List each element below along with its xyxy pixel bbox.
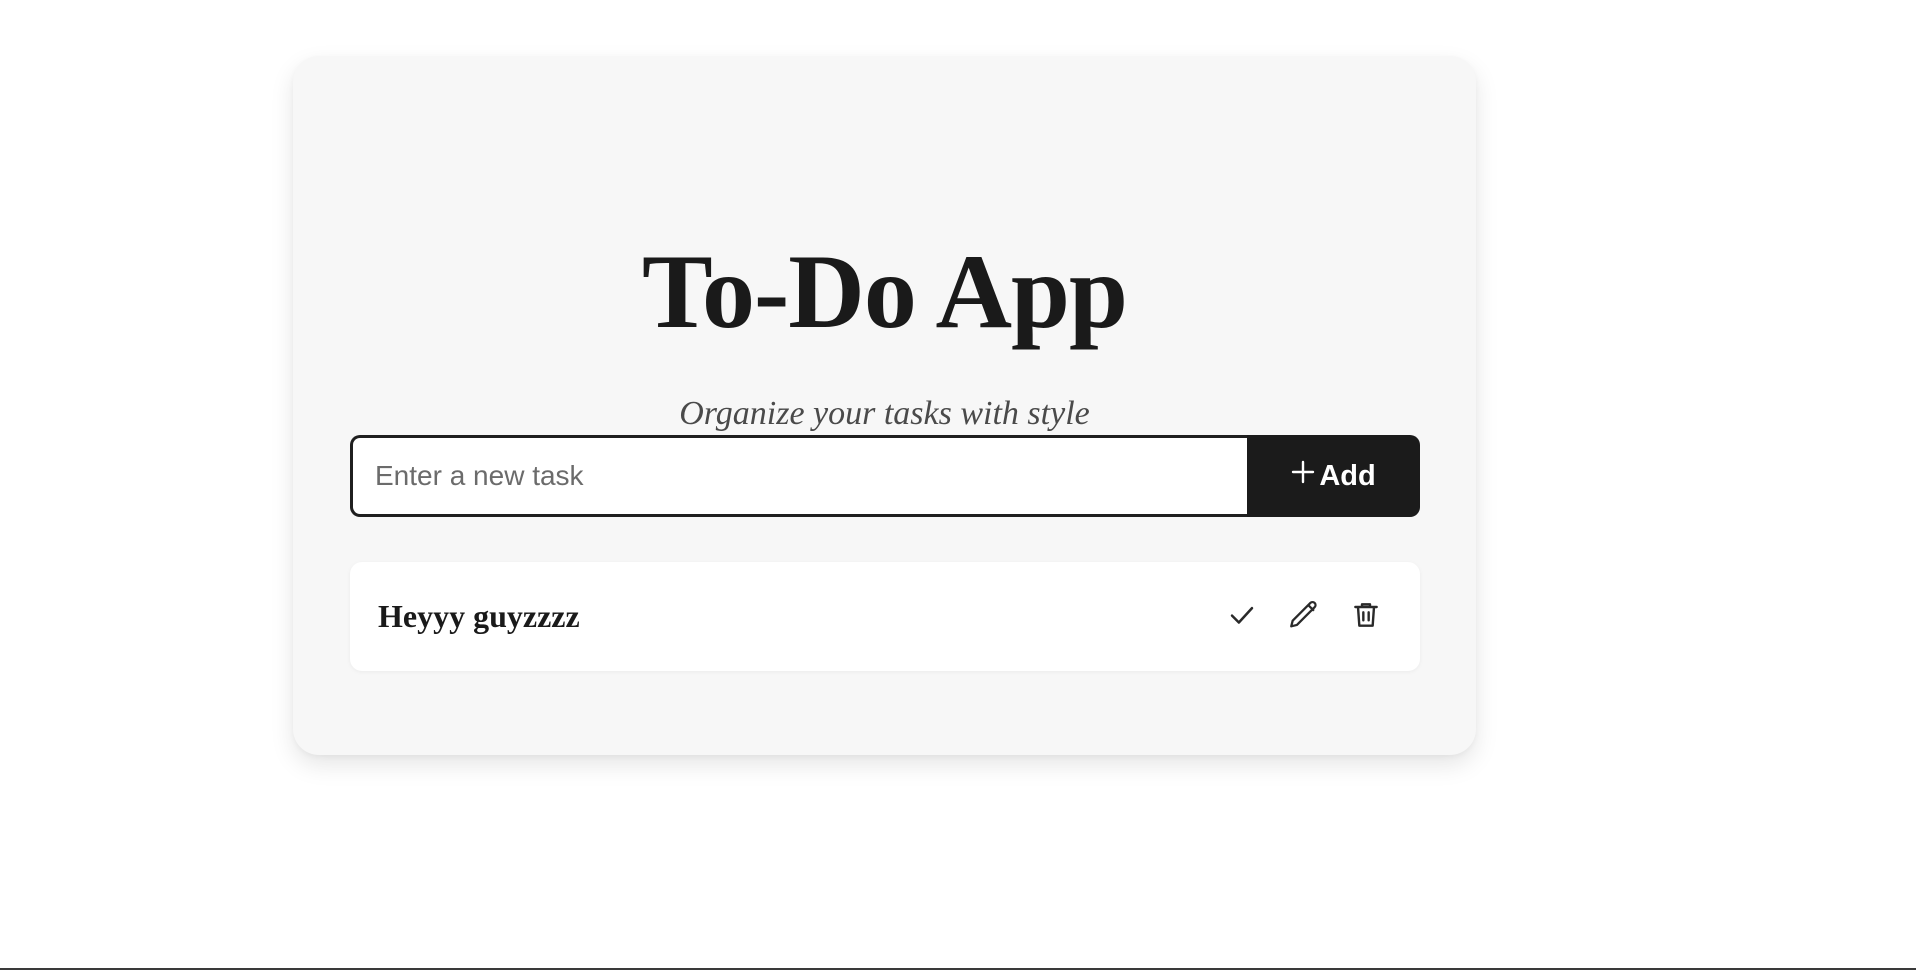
app-title: To-Do App [642,233,1128,350]
add-button-label: Add [1319,459,1376,492]
add-button[interactable]: Add [1247,435,1420,517]
check-icon [1227,600,1257,633]
task-list: Heyyy guyzzzz [350,562,1420,671]
pencil-icon [1287,598,1321,635]
add-task-form: Add [350,435,1420,517]
task-text: Heyyy guyzzzz [378,598,580,634]
trash-icon [1350,599,1382,634]
app-subtitle: Organize your tasks with style [679,395,1090,432]
delete-task-button[interactable] [1348,599,1384,635]
plus-icon [1291,460,1315,484]
task-input[interactable] [350,435,1247,517]
todo-card: To-Do App Organize your tasks with style… [293,56,1476,755]
page: To-Do App Organize your tasks with style… [0,0,1916,970]
task-actions [1224,599,1384,635]
complete-task-button[interactable] [1224,599,1260,635]
task-item: Heyyy guyzzzz [350,562,1420,671]
edit-task-button[interactable] [1286,599,1322,635]
